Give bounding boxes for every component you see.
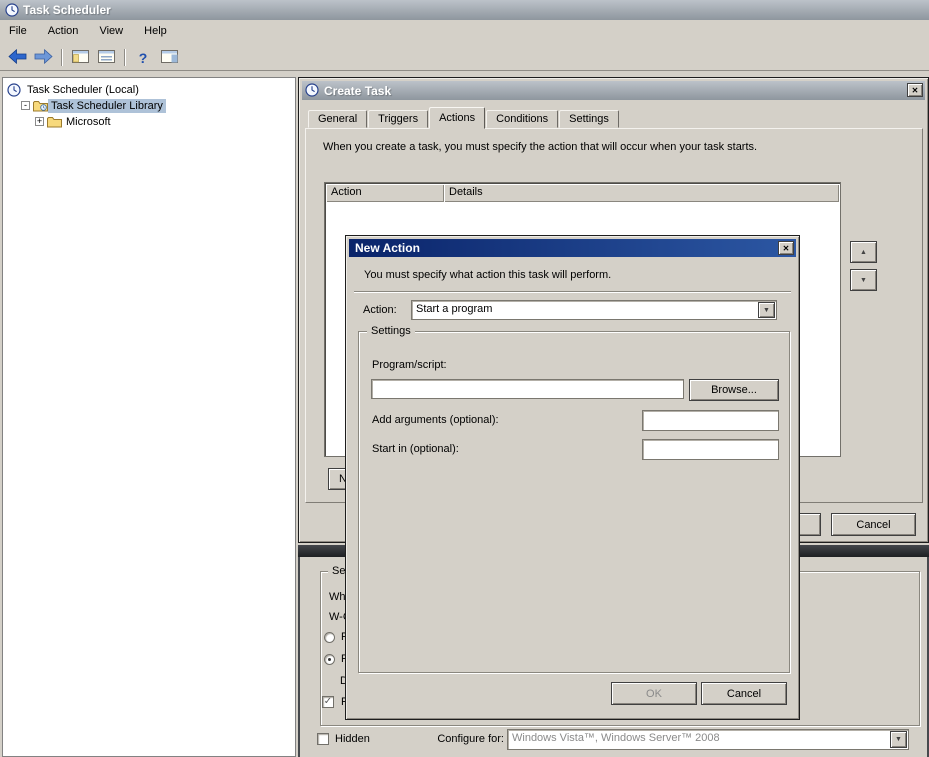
start-in-input[interactable] [642,439,779,460]
program-script-input[interactable] [371,379,684,399]
tree-item-task-scheduler-local[interactable]: Task Scheduler (Local) [3,82,295,98]
forward-button[interactable] [31,47,55,69]
add-arguments-label: Add arguments (optional): [372,414,499,426]
check-icon: ✓ [324,696,332,707]
chevron-up-icon: ▲ [860,249,867,256]
folder-icon [47,116,62,131]
folder-clock-icon [33,100,48,115]
configure-for-value: Windows Vista™, Windows Server™ 2008 [512,732,720,744]
help-icon: ? [139,50,148,66]
chevron-down-icon[interactable]: ▼ [890,731,907,748]
tab-actions[interactable]: Actions [429,107,485,129]
back-arrow-icon [8,49,27,67]
action-pane-button[interactable] [157,47,181,69]
column-header-details[interactable]: Details [444,184,839,202]
menu-item-file[interactable]: File [0,20,36,42]
tab-general[interactable]: General [308,110,367,128]
back-button[interactable] [5,47,29,69]
screen: Task Scheduler File Action View Help [0,0,929,757]
main-title-bar[interactable]: Task Scheduler [0,0,929,20]
console-tree-panel: Task Scheduler (Local) - Task Scheduler … [2,77,296,757]
tree-item-microsoft[interactable]: + Microsoft [3,114,295,130]
expand-expander-icon[interactable]: + [35,117,44,126]
toolbar: ? [0,45,929,71]
close-button[interactable]: ✕ [778,241,794,255]
chevron-down-icon[interactable]: ▼ [758,302,775,318]
new-action-title-bar[interactable]: New Action ✕ [349,239,796,257]
create-task-title: Create Task [324,84,391,98]
actions-list-header: Action Details [326,184,839,202]
properties-button[interactable] [94,47,118,69]
privileges-checkbox[interactable]: ✓ [322,696,334,708]
main-window-title: Task Scheduler [23,3,111,17]
column-header-action[interactable]: Action [326,184,444,202]
new-action-title: New Action [355,241,420,255]
create-task-tabs: General Triggers Actions Conditions Sett… [308,106,620,128]
tab-conditions[interactable]: Conditions [486,110,558,128]
action-pane-icon [161,50,178,66]
actions-description: When you create a task, you must specify… [323,141,908,153]
close-button[interactable]: ✕ [907,83,923,97]
configure-for-label: Configure for: [420,733,504,745]
move-up-button[interactable]: ▲ [850,241,877,263]
task-scheduler-app-icon [5,3,19,20]
cancel-button[interactable]: Cancel [701,682,787,705]
tree-item-label: Microsoft [63,115,114,129]
menu-item-help[interactable]: Help [135,20,176,42]
move-down-button[interactable]: ▼ [850,269,877,291]
radio-run-not-logged-on[interactable] [324,654,335,665]
configure-for-combobox[interactable]: Windows Vista™, Windows Server™ 2008 ▼ [507,729,909,750]
console-tree-icon [72,50,89,66]
separator [354,291,791,292]
program-script-label: Program/script: [372,359,447,371]
action-value: Start a program [416,303,492,315]
create-task-icon [305,83,319,100]
menu-item-action[interactable]: Action [39,20,88,42]
action-combobox[interactable]: Start a program ▼ [411,300,777,320]
new-action-dialog: New Action ✕ You must specify what actio… [345,235,800,720]
hidden-label: Hidden [335,733,370,745]
toolbar-separator [124,49,125,66]
tab-triggers[interactable]: Triggers [368,110,428,128]
cancel-button[interactable]: Cancel [831,513,916,536]
show-console-tree-button[interactable] [68,47,92,69]
collapse-expander-icon[interactable]: - [21,101,30,110]
settings-group-label: Settings [367,325,415,337]
help-button[interactable]: ? [131,47,155,69]
tree-item-task-scheduler-library[interactable]: - Task Scheduler Library [3,98,295,114]
window-list-icon [98,50,115,66]
ok-button[interactable]: OK [611,682,697,705]
close-icon: ✕ [912,86,919,95]
forward-arrow-icon [34,49,53,67]
new-action-description: You must specify what action this task w… [364,269,784,281]
chevron-down-icon: ▼ [860,277,867,284]
tree-item-label: Task Scheduler (Local) [24,83,142,97]
menu-item-view[interactable]: View [90,20,132,42]
close-icon: ✕ [783,244,790,253]
hidden-checkbox[interactable] [317,733,329,745]
browse-button[interactable]: Browse... [689,379,779,401]
tab-settings[interactable]: Settings [559,110,619,128]
tree-item-label-selected: Task Scheduler Library [48,99,166,113]
settings-groupbox: Settings Program/script: Browse... Add a… [358,331,790,673]
radio-run-logged-on[interactable] [324,632,335,643]
toolbar-separator [61,49,62,66]
add-arguments-input[interactable] [642,410,779,431]
start-in-label: Start in (optional): [372,443,459,455]
menu-bar: File Action View Help [0,20,929,45]
action-label: Action: [363,304,397,316]
create-task-title-bar[interactable]: Create Task ✕ [302,81,925,100]
